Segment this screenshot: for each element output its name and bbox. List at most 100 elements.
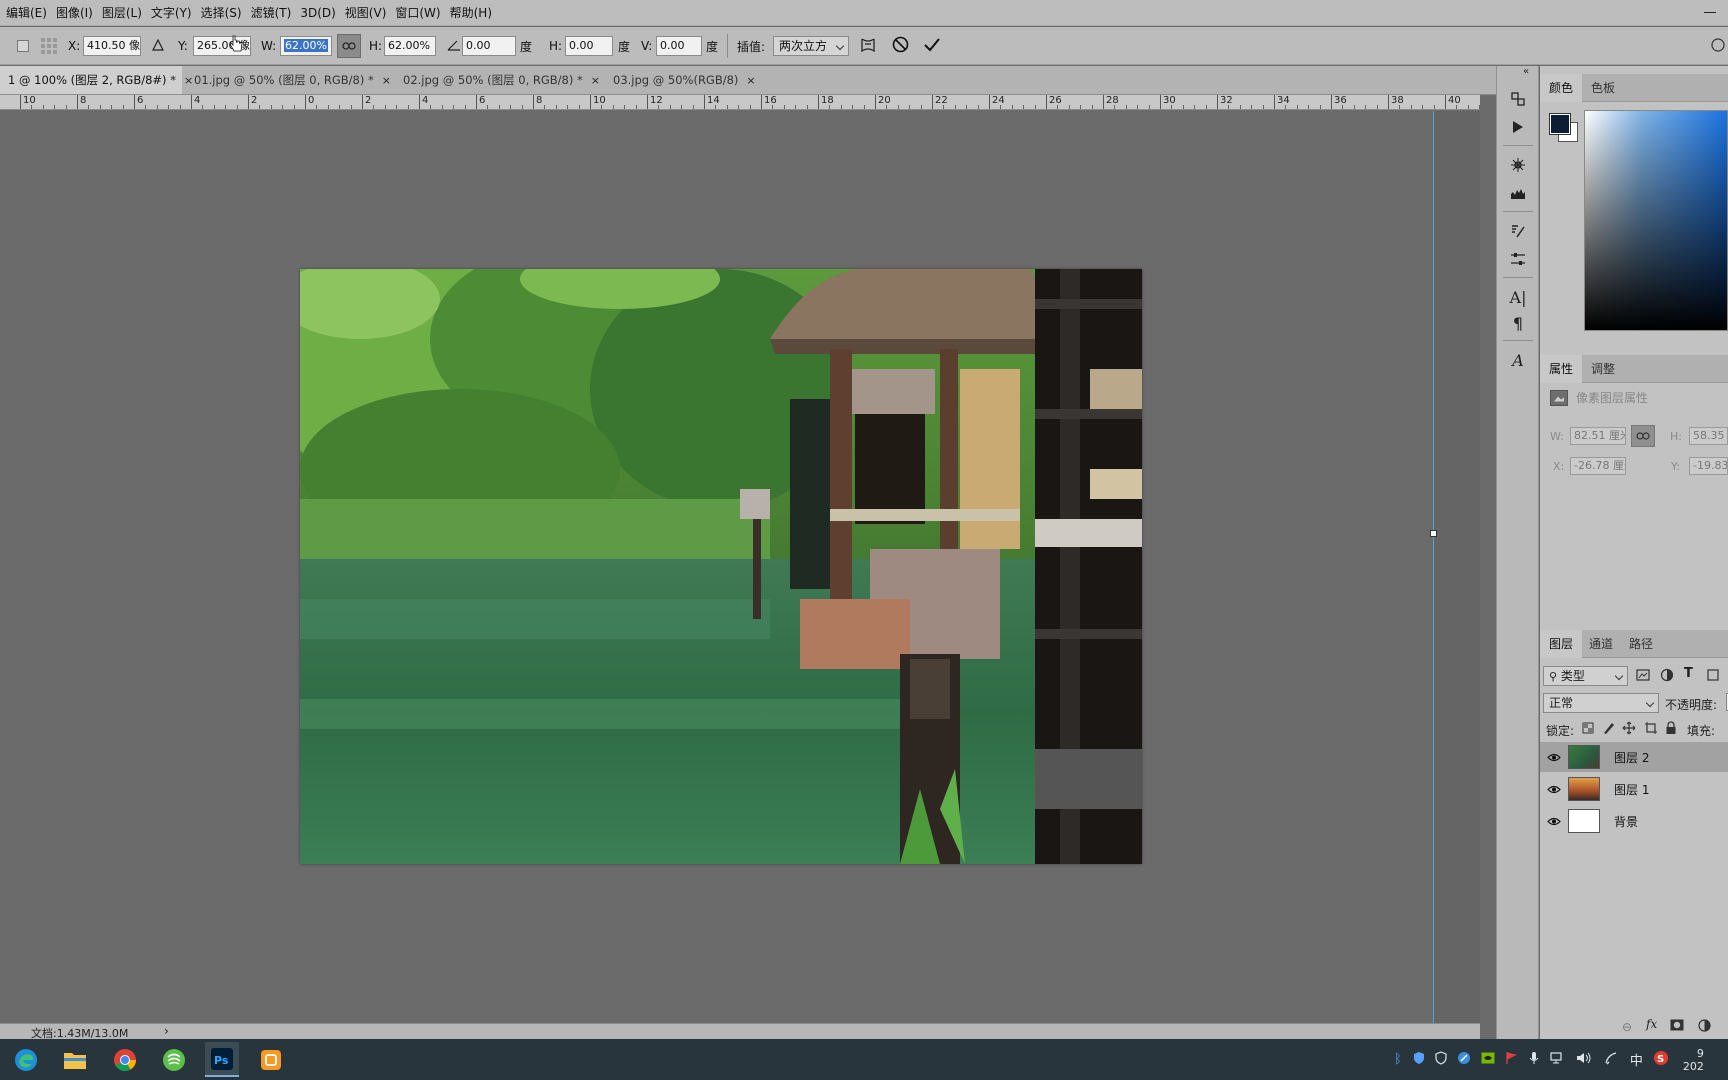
tab-channels[interactable]: 通道 xyxy=(1580,630,1622,658)
rotate-angle-input[interactable]: 0.00 xyxy=(462,36,516,56)
tab-swatches[interactable]: 色板 xyxy=(1582,74,1624,102)
actions-play-icon[interactable] xyxy=(1507,116,1529,138)
glyphs-icon[interactable]: A xyxy=(1507,349,1529,371)
filter-adjustment-icon[interactable] xyxy=(1660,668,1674,685)
close-tab-icon[interactable]: × xyxy=(382,74,391,87)
layer-row-layer1[interactable]: 图层 1 xyxy=(1540,774,1728,804)
commit-transform-icon[interactable] xyxy=(923,37,941,56)
histogram-icon[interactable] xyxy=(1507,182,1529,204)
menu-view[interactable]: 视图(V) xyxy=(343,1,394,25)
visibility-eye-icon[interactable] xyxy=(1540,817,1568,826)
transform-handle-right[interactable] xyxy=(1430,530,1437,537)
security-shield-icon[interactable] xyxy=(1435,1050,1447,1069)
prop-y-input[interactable]: -19.83 厘 xyxy=(1689,457,1728,475)
3d-light-icon[interactable] xyxy=(1507,154,1529,176)
file-explorer-icon[interactable] xyxy=(58,1042,92,1077)
document-tab-02[interactable]: 02.jpg @ 50% (图层 0, RGB/8) * × xyxy=(395,66,600,94)
clock[interactable]: 9 202 xyxy=(1683,1047,1704,1073)
edge-browser-icon[interactable] xyxy=(9,1042,43,1077)
filter-pixel-icon[interactable] xyxy=(1636,668,1650,685)
tab-layers[interactable]: 图层 xyxy=(1540,630,1583,658)
menu-select[interactable]: 选择(S) xyxy=(199,1,249,25)
cancel-transform-icon[interactable] xyxy=(892,36,909,56)
menu-image[interactable]: 图像(I) xyxy=(54,1,100,25)
shield-icon[interactable] xyxy=(1413,1051,1425,1069)
layer-filter-select[interactable]: ⚲ 类型 xyxy=(1543,666,1628,686)
lock-pixels-icon[interactable] xyxy=(1602,721,1616,738)
document-tab-1[interactable]: 1 @ 100% (图层 2, RGB/8#) * × xyxy=(0,66,193,94)
layer-row-layer2[interactable]: 图层 2 xyxy=(1540,742,1728,772)
height-scale-input[interactable]: 62.00% xyxy=(384,36,436,56)
menu-type[interactable]: 文字(Y) xyxy=(149,1,199,25)
photoshop-taskbar-icon[interactable]: Ps xyxy=(205,1042,239,1077)
adjust-sliders-icon[interactable] xyxy=(1507,248,1529,270)
foreground-color-swatch-top[interactable] xyxy=(1549,113,1571,135)
filter-type-icon[interactable]: T xyxy=(1684,666,1693,681)
visibility-eye-icon[interactable] xyxy=(1540,785,1568,794)
character-icon[interactable]: A| xyxy=(1507,286,1529,308)
horizontal-ruler[interactable]: 10 8 6 4 2 0 2 4 6 8 10 12 14 16 18 20 22 24 26 28 30 32 34 36 3… xyxy=(0,95,1480,110)
prop-width-input[interactable]: 82.51 厘米 xyxy=(1570,427,1626,445)
menu-3d[interactable]: 3D(D) xyxy=(298,1,342,25)
close-tab-icon[interactable]: × xyxy=(746,74,755,87)
blend-mode-select[interactable]: 正常 xyxy=(1543,693,1659,713)
minimize-button[interactable] xyxy=(1704,12,1716,13)
menu-window[interactable]: 窗口(W) xyxy=(393,1,447,25)
pen-input-icon[interactable] xyxy=(1604,1051,1618,1069)
lock-artboard-icon[interactable] xyxy=(1644,721,1658,738)
prop-link-icon[interactable] xyxy=(1631,425,1655,447)
relative-position-icon[interactable] xyxy=(152,38,164,54)
lock-all-icon[interactable] xyxy=(1665,721,1677,738)
history-icon[interactable] xyxy=(1507,88,1529,110)
document-tab-01[interactable]: 01.jpg @ 50% (图层 0, RGB/8) * × xyxy=(186,66,392,94)
collapse-panels-icon[interactable]: « xyxy=(1523,66,1529,77)
bluetooth-icon[interactable]: ᛒ xyxy=(1394,1052,1402,1067)
search-partial-icon[interactable] xyxy=(1706,36,1728,57)
maintain-aspect-ratio-button[interactable] xyxy=(337,34,361,58)
close-tab-icon[interactable]: × xyxy=(591,74,600,87)
color-spectrum-field[interactable] xyxy=(1584,110,1728,331)
lock-transparent-icon[interactable] xyxy=(1582,722,1594,737)
paragraph-icon[interactable]: ¶ xyxy=(1507,312,1529,334)
document-tab-03[interactable]: 03.jpg @ 50%(RGB/8) × xyxy=(605,66,758,94)
lock-position-icon[interactable] xyxy=(1622,721,1636,738)
interpolation-select[interactable]: 两次立方 xyxy=(773,36,849,56)
tab-paths[interactable]: 路径 xyxy=(1620,630,1662,658)
menu-layer[interactable]: 图层(L) xyxy=(100,1,149,25)
nvidia-icon[interactable] xyxy=(1481,1052,1495,1068)
sogou-ime-icon[interactable]: S xyxy=(1653,1050,1669,1070)
menu-edit[interactable]: 编辑(E) xyxy=(4,1,54,25)
ime-mode[interactable]: 中 xyxy=(1630,1050,1643,1069)
layer-image-waterwheel[interactable] xyxy=(300,269,1142,864)
status-expand-arrow[interactable]: › xyxy=(164,1024,169,1038)
new-adjustment-icon[interactable] xyxy=(1698,1019,1711,1035)
layer-name[interactable]: 图层 2 xyxy=(1614,749,1649,766)
tab-color[interactable]: 颜色 xyxy=(1540,74,1583,102)
feather-app-icon[interactable] xyxy=(1457,1051,1471,1069)
add-mask-icon[interactable] xyxy=(1670,1019,1684,1034)
tab-adjustments[interactable]: 调整 xyxy=(1582,355,1624,383)
orange-app-icon[interactable] xyxy=(254,1042,288,1077)
layer-name[interactable]: 背景 xyxy=(1614,813,1638,830)
layer-row-background[interactable]: 背景 xyxy=(1540,806,1728,836)
fx-icon[interactable]: fx xyxy=(1646,1017,1657,1031)
volume-icon[interactable] xyxy=(1576,1052,1592,1068)
network-icon[interactable] xyxy=(1550,1051,1566,1068)
reference-point-grid-icon[interactable] xyxy=(41,38,57,54)
visibility-eye-icon[interactable] xyxy=(1540,753,1568,762)
prop-height-input[interactable]: 58.35 厘 xyxy=(1689,427,1728,445)
canvas-area[interactable] xyxy=(0,111,1480,1023)
red-flag-icon[interactable] xyxy=(1505,1051,1517,1069)
horizontal-skew-input[interactable]: 0.00 xyxy=(565,36,613,56)
x-position-input[interactable]: 410.50 像素 xyxy=(83,36,141,56)
menu-help[interactable]: 帮助(H) xyxy=(448,1,499,25)
prop-x-input[interactable]: -26.78 厘米 xyxy=(1570,457,1626,475)
layer-name[interactable]: 图层 1 xyxy=(1614,781,1649,798)
tab-properties[interactable]: 属性 xyxy=(1540,355,1583,383)
filter-shape-icon[interactable] xyxy=(1706,668,1720,685)
reference-point-checkbox[interactable] xyxy=(17,40,29,52)
green-app-icon[interactable] xyxy=(157,1042,191,1077)
width-scale-input[interactable]: 62.00% xyxy=(280,36,332,56)
microphone-icon[interactable] xyxy=(1529,1051,1539,1069)
menu-filter[interactable]: 滤镜(T) xyxy=(249,1,299,25)
